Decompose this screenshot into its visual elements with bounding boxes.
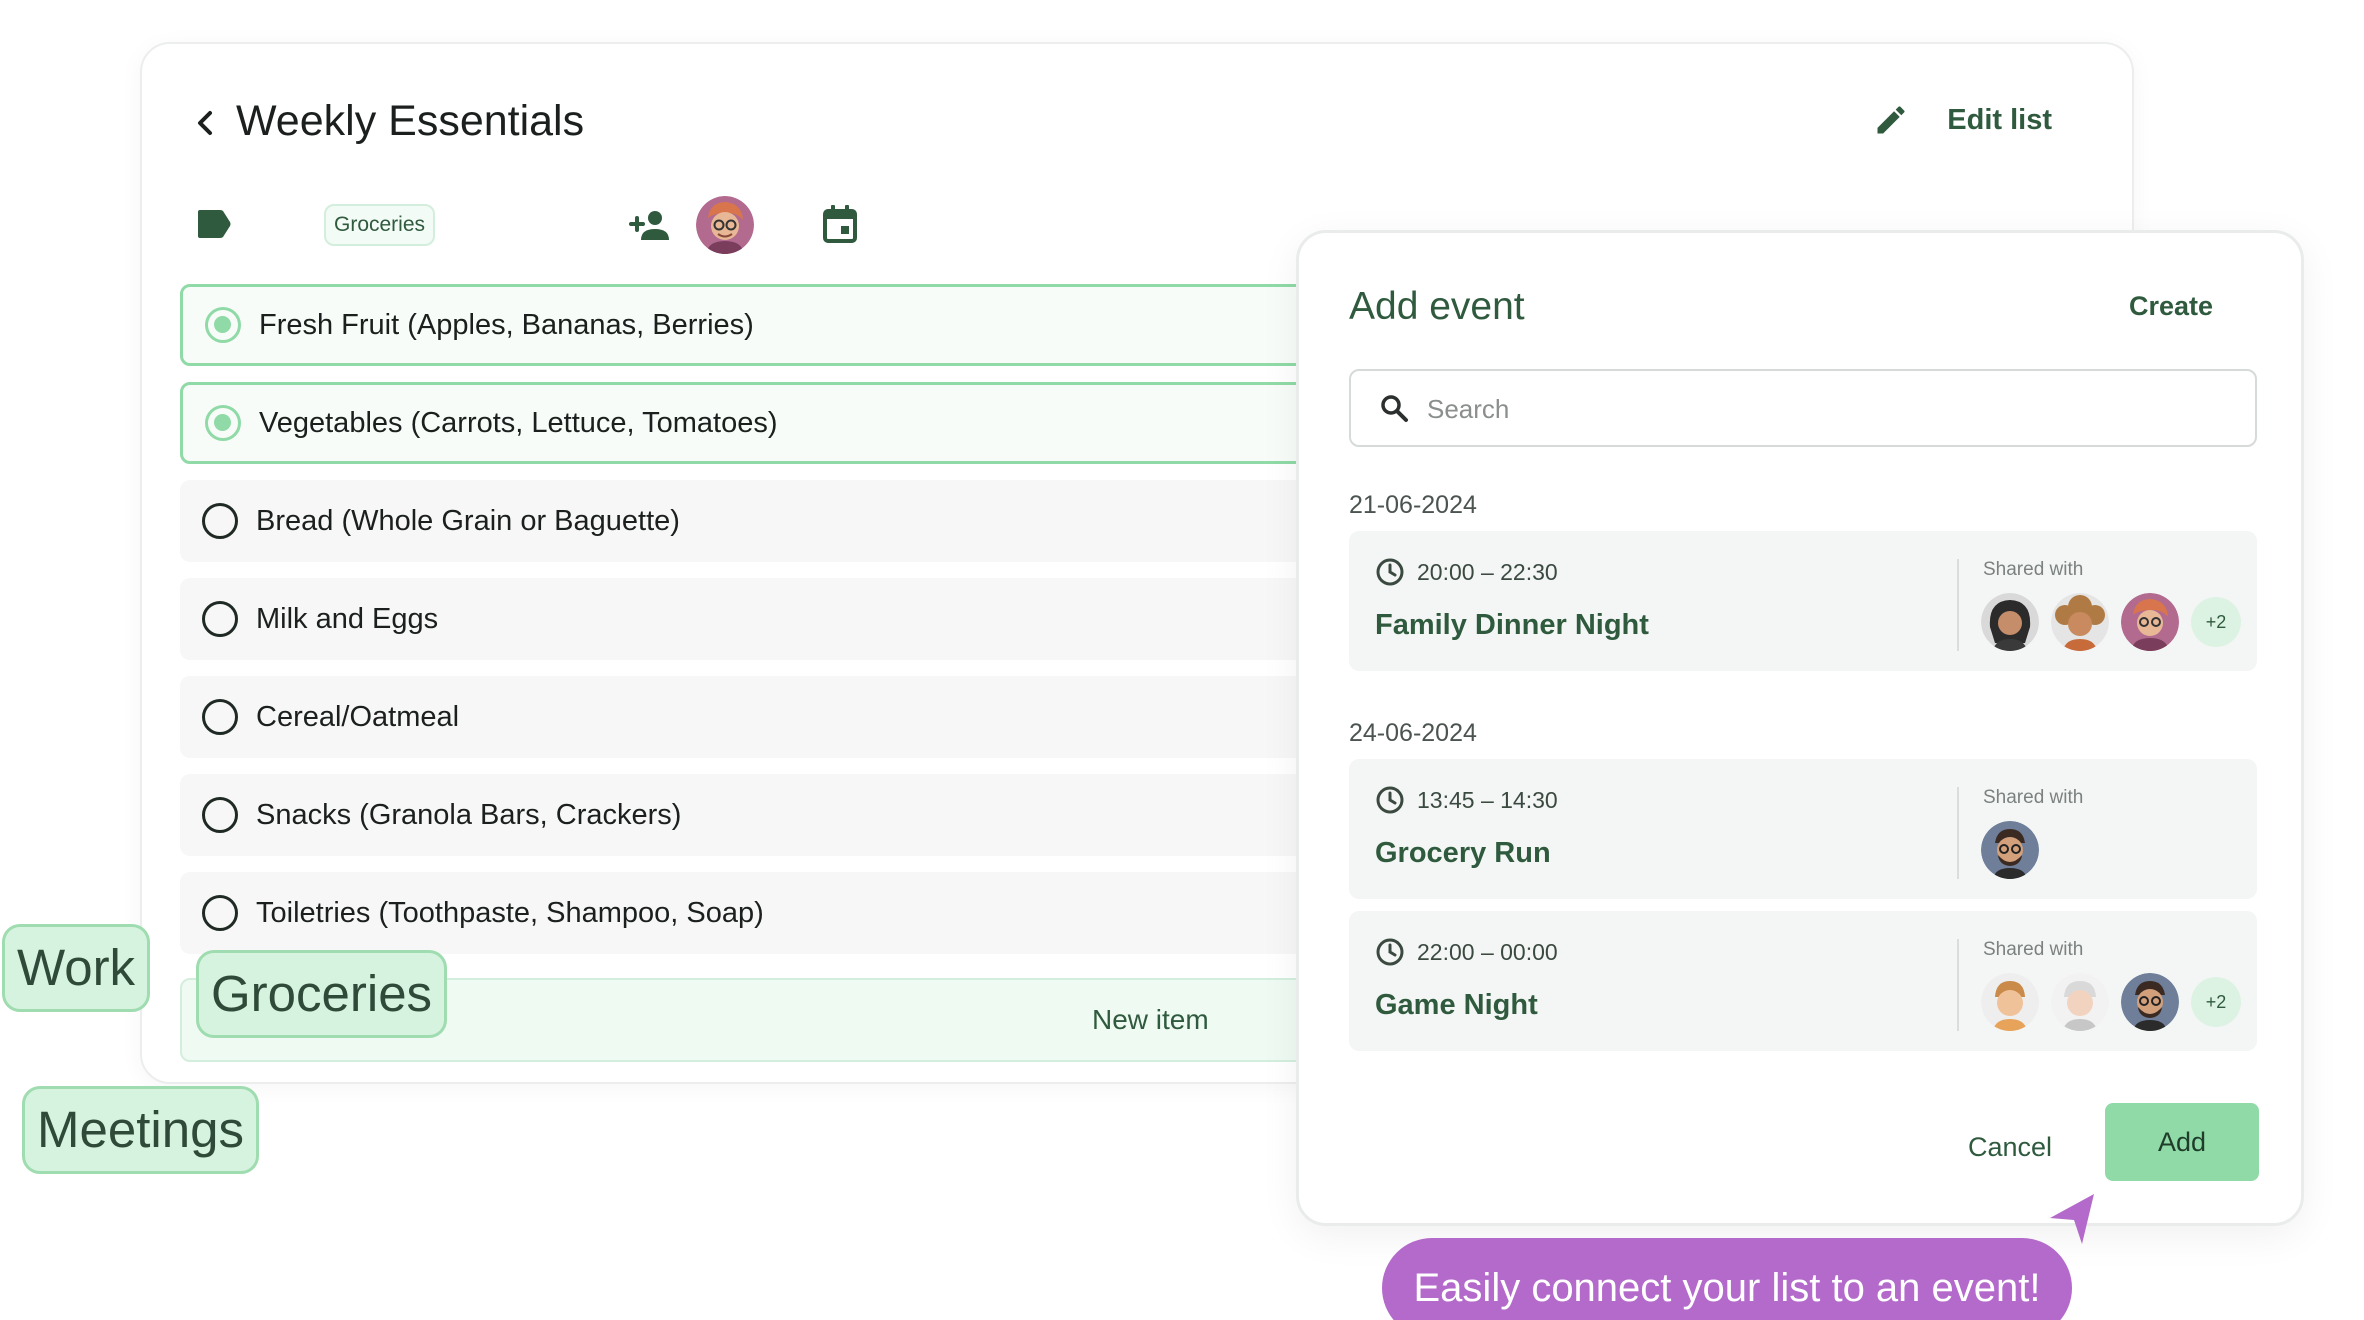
clock-icon	[1376, 558, 1404, 586]
list-title: Weekly Essentials	[236, 97, 585, 145]
event-card[interactable]: 20:00 – 22:30 Family Dinner Night Shared…	[1349, 531, 2257, 671]
date-label: 21-06-2024	[1349, 491, 1477, 519]
divider	[1957, 559, 1959, 651]
edit-list-label: Edit list	[1947, 103, 2052, 136]
avatar	[2121, 973, 2179, 1031]
event-time: 13:45 – 14:30	[1375, 785, 1558, 815]
event-name: Game Night	[1375, 989, 1538, 1021]
more-badge: +2	[2191, 977, 2241, 1027]
edit-list-button[interactable]: Edit list	[1873, 90, 2052, 150]
create-button[interactable]: Create	[2129, 291, 2213, 322]
tag-chip[interactable]: Groceries	[324, 204, 436, 246]
avatar	[1981, 593, 2039, 651]
list-item[interactable]: Bread (Whole Grain or Baguette)	[180, 480, 1480, 562]
event-time-text: 13:45 – 14:30	[1417, 786, 1558, 813]
checkbox[interactable]	[202, 895, 238, 931]
add-event-panel: Add event Create 21-06-2024 20:00 – 22:3…	[1296, 230, 2304, 1226]
event-card[interactable]: 13:45 – 14:30 Grocery Run Shared with	[1349, 759, 2257, 899]
pencil-icon	[1877, 106, 1905, 134]
avatar[interactable]	[696, 196, 754, 254]
avatar	[1981, 973, 2039, 1031]
event-time-text: 20:00 – 22:30	[1417, 558, 1558, 585]
list-item[interactable]: Snacks (Granola Bars, Crackers)	[180, 774, 1480, 856]
list-item-label: Toiletries (Toothpaste, Shampoo, Soap)	[256, 896, 764, 929]
event-name: Family Dinner Night	[1375, 609, 1649, 641]
event-name: Grocery Run	[1375, 837, 1551, 869]
divider	[1957, 787, 1959, 879]
event-time: 20:00 – 22:30	[1375, 557, 1558, 587]
list-item-label: Vegetables (Carrots, Lettuce, Tomatoes)	[259, 406, 778, 439]
shared-avatars	[1981, 821, 2039, 879]
checkbox[interactable]	[202, 699, 238, 735]
back-icon[interactable]	[190, 98, 220, 148]
list-item[interactable]: Fresh Fruit (Apples, Bananas, Berries)	[180, 284, 1480, 366]
date-label: 24-06-2024	[1349, 719, 1477, 747]
list-item-label: Bread (Whole Grain or Baguette)	[256, 504, 680, 537]
shared-avatars: +2	[1981, 973, 2241, 1031]
list-item-label: Snacks (Granola Bars, Crackers)	[256, 798, 682, 831]
checkbox[interactable]	[202, 503, 238, 539]
calendar-icon[interactable]	[822, 204, 858, 244]
event-card[interactable]: 22:00 – 00:00 Game Night Shared with +2	[1349, 911, 2257, 1051]
checkbox[interactable]	[202, 797, 238, 833]
event-time-text: 22:00 – 00:00	[1417, 938, 1558, 965]
shared-with-label: Shared with	[1983, 939, 2084, 960]
callout-bubble: Easily connect your list to an event!	[1382, 1238, 2072, 1320]
list-meta-row: Groceries	[196, 188, 1096, 260]
list-item[interactable]: Toiletries (Toothpaste, Shampoo, Soap)	[180, 872, 1480, 954]
clock-icon	[1376, 786, 1404, 814]
list-item-label: Milk and Eggs	[256, 602, 439, 635]
add-button[interactable]: Add	[2105, 1103, 2259, 1181]
shared-with-label: Shared with	[1983, 559, 2084, 580]
more-badge: +2	[2191, 597, 2241, 647]
cursor-arrow-icon	[2050, 1194, 2094, 1244]
checkbox-checked[interactable]	[205, 307, 241, 343]
event-time: 22:00 – 00:00	[1375, 937, 1558, 967]
divider	[1957, 939, 1959, 1031]
tag-chip-meetings[interactable]: Meetings	[22, 1086, 259, 1174]
avatar	[2051, 593, 2109, 651]
checkbox[interactable]	[202, 601, 238, 637]
search-field[interactable]	[1349, 369, 2257, 447]
shared-with-label: Shared with	[1983, 787, 2084, 808]
panel-title: Add event	[1349, 285, 1525, 328]
tag-chip-groceries[interactable]: Groceries	[196, 950, 448, 1038]
list-item-label: Cereal/Oatmeal	[256, 700, 460, 733]
clock-icon	[1376, 938, 1404, 966]
list-item[interactable]: Milk and Eggs	[180, 578, 1480, 660]
avatar	[2121, 593, 2179, 651]
list-item[interactable]: Cereal/Oatmeal	[180, 676, 1480, 758]
search-input[interactable]	[1427, 385, 2227, 433]
avatar	[1981, 821, 2039, 879]
list-item[interactable]: Vegetables (Carrots, Lettuce, Tomatoes)	[180, 382, 1480, 464]
search-icon	[1381, 395, 1408, 422]
new-item-label: New item	[1092, 1004, 1209, 1035]
tag-chip-work[interactable]: Work	[2, 924, 151, 1012]
list-item-label: Fresh Fruit (Apples, Bananas, Berries)	[259, 308, 754, 341]
tag-icon	[198, 210, 231, 238]
checkbox-checked[interactable]	[205, 405, 241, 441]
cancel-button[interactable]: Cancel	[1925, 1109, 2095, 1185]
avatar	[2051, 973, 2109, 1031]
shared-avatars: +2	[1981, 593, 2241, 651]
add-person-icon[interactable]	[628, 208, 672, 242]
